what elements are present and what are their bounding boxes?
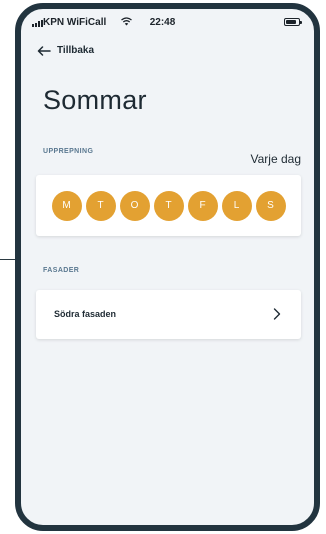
day-thursday[interactable]: T [153, 190, 184, 221]
facades-section-label: FASADER [43, 267, 80, 274]
battery-icon [284, 18, 302, 26]
repeat-section-label: UPPREPNING [43, 148, 94, 155]
status-bar: KPN WiFiCall 22:48 [21, 9, 314, 37]
status-time: 22:48 [149, 17, 176, 28]
day-sunday[interactable]: S [255, 190, 286, 221]
back-label: Tillbaka [57, 45, 95, 56]
back-button[interactable]: Tillbaka [37, 45, 94, 56]
day-friday[interactable]: F [187, 190, 218, 221]
day-saturday[interactable]: L [221, 190, 252, 221]
arrow-left-icon [37, 45, 51, 56]
day-tuesday[interactable]: T [85, 190, 116, 221]
day-monday[interactable]: M [51, 190, 82, 221]
phone-frame: KPN WiFiCall 22:48 Tillbaka Sommar UPPRE… [15, 3, 320, 531]
day-wednesday[interactable]: O [119, 190, 150, 221]
chevron-right-icon [273, 308, 281, 320]
repeat-value[interactable]: Varje dag [251, 152, 301, 166]
facade-item-label: Södra fasaden [54, 309, 117, 319]
facade-item-sodra[interactable]: Södra fasaden [36, 290, 301, 339]
page-title: Sommar [43, 85, 147, 115]
days-card: M T O T F L S [36, 175, 301, 236]
